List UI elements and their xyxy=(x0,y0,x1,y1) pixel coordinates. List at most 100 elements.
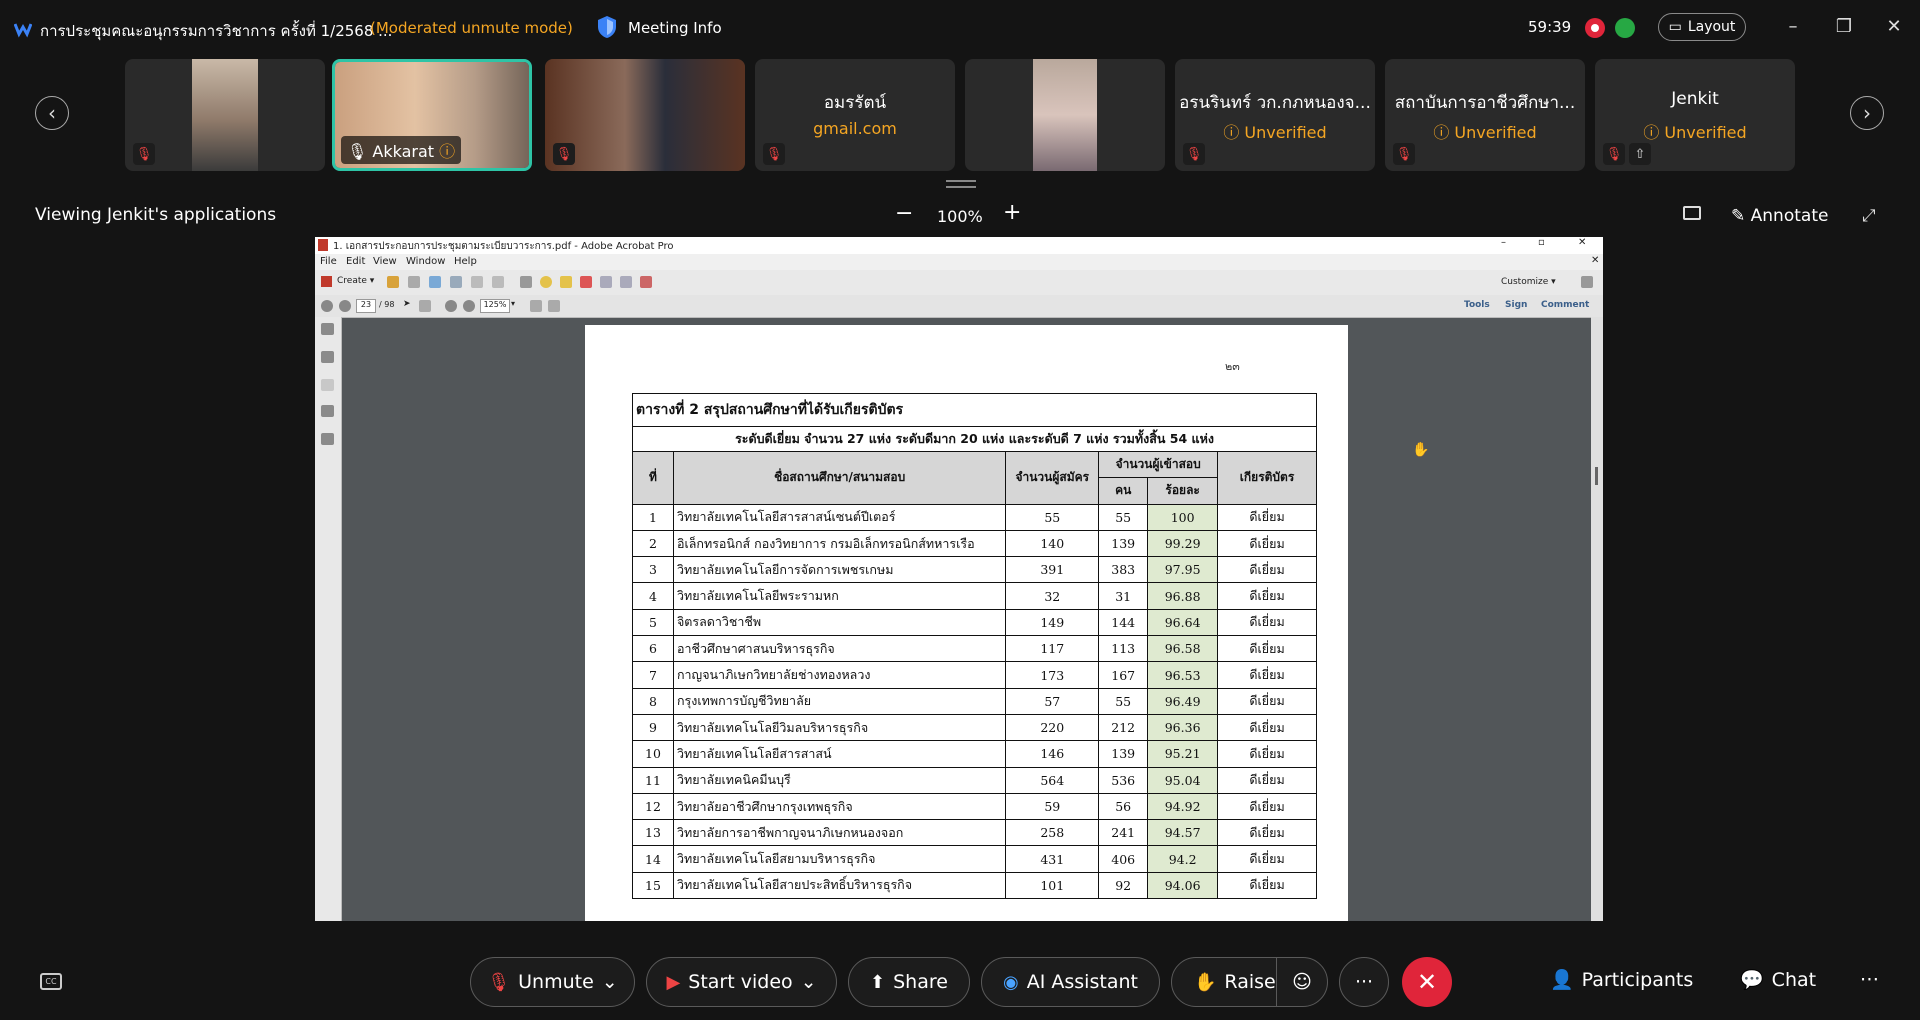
expand-toolbar-icon[interactable] xyxy=(1581,276,1593,288)
participant-tile[interactable]: Jenkit ⓘ Unverified 🎙 ⇧ xyxy=(1595,59,1795,171)
acrobat-restore-icon[interactable]: ▫ xyxy=(1538,237,1545,248)
resize-handle[interactable] xyxy=(946,180,976,188)
award-level: ดีเยี่ยม xyxy=(1217,556,1317,584)
monitor-icon[interactable] xyxy=(1683,206,1701,220)
chat-label: Chat xyxy=(1771,968,1817,991)
institution-name: จิตรลดาวิชาชีพ xyxy=(672,608,1007,637)
table-row: 12 วิทยาลัยอาชีวศึกษากรุงเทพธุรกิจ 59 56 94.… xyxy=(632,792,1317,821)
select-tool-icon[interactable]: ➤ xyxy=(403,299,411,309)
page-thumbnails-icon[interactable] xyxy=(321,323,334,335)
acrobat-close-icon[interactable]: ✕ xyxy=(1578,237,1586,248)
bookmarks-icon[interactable] xyxy=(321,351,334,363)
menu-view[interactable]: View xyxy=(373,256,397,267)
sign-tab[interactable]: Sign xyxy=(1505,300,1527,310)
zoom-in-button[interactable]: + xyxy=(1003,200,1021,225)
participant-tile[interactable]: อมรรัตน์ gmail.com 🎙 xyxy=(755,59,955,171)
participant-tile[interactable]: 🎙 xyxy=(125,59,325,171)
zoom-in-icon[interactable] xyxy=(463,300,475,312)
institution-name: วิทยาลัยเทคนิคมีนบุรี xyxy=(672,766,1007,794)
unmute-button[interactable]: 🎙 Unmute ⌄ xyxy=(470,957,635,1007)
share-button[interactable]: ⬆ Share xyxy=(848,957,970,1007)
participant-tile[interactable]: สถาบันการอาชีวศึกษา... ⓘ Unverified 🎙 xyxy=(1385,59,1585,171)
layout-button[interactable]: ▭ Layout xyxy=(1658,13,1746,41)
chevron-down-icon[interactable]: ⌄ xyxy=(801,971,817,993)
signatures-icon[interactable] xyxy=(321,433,334,445)
fit-page-icon[interactable] xyxy=(530,300,542,312)
upload-icon[interactable] xyxy=(429,276,441,288)
shield-icon[interactable] xyxy=(596,15,618,39)
page-number-input[interactable]: 23 xyxy=(356,299,376,313)
settings-icon[interactable] xyxy=(520,276,532,288)
gallery-next-button[interactable]: › xyxy=(1850,96,1884,130)
start-video-button[interactable]: ▶ Start video ⌄ xyxy=(646,957,837,1007)
prev-page-icon[interactable] xyxy=(321,300,333,312)
participant-tile[interactable]: 🎙 xyxy=(545,59,745,171)
zoom-out-button[interactable]: − xyxy=(895,201,913,226)
participant-name: อรนรินทร์ วก.กภหนองจ... xyxy=(1179,93,1371,113)
open-icon[interactable] xyxy=(387,276,399,288)
email-icon[interactable] xyxy=(492,276,504,288)
hand-cursor-icon: ✋ xyxy=(1412,442,1430,458)
attendance-percent: 94.2 xyxy=(1147,845,1219,873)
acrobat-zoom-field[interactable]: 125% xyxy=(480,299,510,313)
annotate-button[interactable]: ✎ Annotate xyxy=(1731,206,1828,226)
chevron-down-icon[interactable]: ⌄ xyxy=(602,971,618,993)
highlight-icon[interactable] xyxy=(560,276,572,288)
participant-tile-akkarat[interactable]: 🎙 Akkarat ⓘ xyxy=(332,59,532,171)
acrobat-minimize-icon[interactable]: – xyxy=(1501,237,1506,248)
create-button[interactable]: Create ▾ xyxy=(337,276,374,286)
menu-help[interactable]: Help xyxy=(454,256,477,267)
print-icon[interactable] xyxy=(450,276,462,288)
comment-tab[interactable]: Comment xyxy=(1541,300,1589,310)
comment-icon[interactable] xyxy=(540,276,552,288)
participant-name: Jenkit xyxy=(1671,89,1719,109)
menu-edit[interactable]: Edit xyxy=(346,256,365,267)
restore-window-icon[interactable]: ❐ xyxy=(1829,16,1859,37)
closed-captions-icon[interactable]: CC xyxy=(40,973,62,990)
unmute-label: Unmute xyxy=(518,971,594,993)
customize-dropdown[interactable]: Customize ▾ xyxy=(1501,277,1556,287)
acrobat-window-title: 1. เอกสารประกอบการประชุมตามระเบียบวาระกา… xyxy=(333,241,674,252)
export-icon[interactable] xyxy=(620,276,632,288)
zoom-dropdown-icon[interactable]: ▾ xyxy=(511,299,515,308)
meeting-info-button[interactable]: Meeting Info xyxy=(628,19,722,37)
chat-button[interactable]: 💬 Chat xyxy=(1740,968,1817,992)
table-row: 2 อิเล็กทรอนิกส์ กองวิทยาการ กรมอิเล็กทรอ… xyxy=(632,529,1317,558)
stamp-icon[interactable] xyxy=(580,276,592,288)
institution-name: วิทยาลัยเทคโนโลยีสารสาสน์ xyxy=(672,740,1007,768)
save-icon[interactable] xyxy=(408,276,420,288)
more-panels-icon[interactable]: ⋯ xyxy=(1860,968,1879,990)
recording-icon[interactable] xyxy=(1585,18,1605,38)
tools-tab[interactable]: Tools xyxy=(1464,300,1490,310)
layers-icon[interactable] xyxy=(321,405,334,417)
vertical-scrollbar[interactable] xyxy=(1591,317,1603,921)
fit-width-icon[interactable] xyxy=(548,300,560,312)
network-signal-icon[interactable] xyxy=(1615,18,1635,38)
attendees-count: 55 xyxy=(1098,687,1149,715)
ai-assistant-button[interactable]: ◉ AI Assistant xyxy=(981,957,1160,1007)
edit-icon[interactable] xyxy=(471,276,483,288)
zoom-out-icon[interactable] xyxy=(445,300,457,312)
hand-tool-icon[interactable] xyxy=(419,300,431,312)
attendance-percent: 96.88 xyxy=(1147,582,1219,610)
raise-hand-button[interactable]: ✋ Raise ☺ xyxy=(1171,957,1328,1007)
participants-button[interactable]: 👤 Participants xyxy=(1550,968,1693,992)
participant-tile[interactable]: อรนรินทร์ วก.กภหนองจ... ⓘ Unverified 🎙 xyxy=(1175,59,1375,171)
leave-meeting-button[interactable]: ✕ xyxy=(1402,957,1452,1007)
scrollbar-thumb[interactable] xyxy=(1595,467,1598,485)
minimize-window-icon[interactable]: – xyxy=(1778,16,1808,37)
attachments-icon[interactable] xyxy=(321,379,334,391)
menu-file[interactable]: File xyxy=(320,256,337,267)
participant-tile[interactable] xyxy=(965,59,1165,171)
reactions-icon[interactable]: ☺ xyxy=(1276,958,1327,1006)
review-icon[interactable] xyxy=(600,276,612,288)
more-options-button[interactable]: ··· xyxy=(1339,957,1389,1007)
menu-window[interactable]: Window xyxy=(406,256,445,267)
acrobat-doc-close-icon[interactable]: ✕ xyxy=(1591,255,1599,266)
institution-name: อิเล็กทรอนิกส์ กองวิทยาการ กรมอิเล็กทรอน… xyxy=(672,529,1007,558)
gallery-prev-button[interactable]: ‹ xyxy=(35,96,69,130)
form-icon[interactable] xyxy=(640,276,652,288)
close-window-icon[interactable]: ✕ xyxy=(1879,16,1909,37)
fullscreen-icon[interactable]: ⤢ xyxy=(1862,206,1876,226)
next-page-icon[interactable] xyxy=(339,300,351,312)
